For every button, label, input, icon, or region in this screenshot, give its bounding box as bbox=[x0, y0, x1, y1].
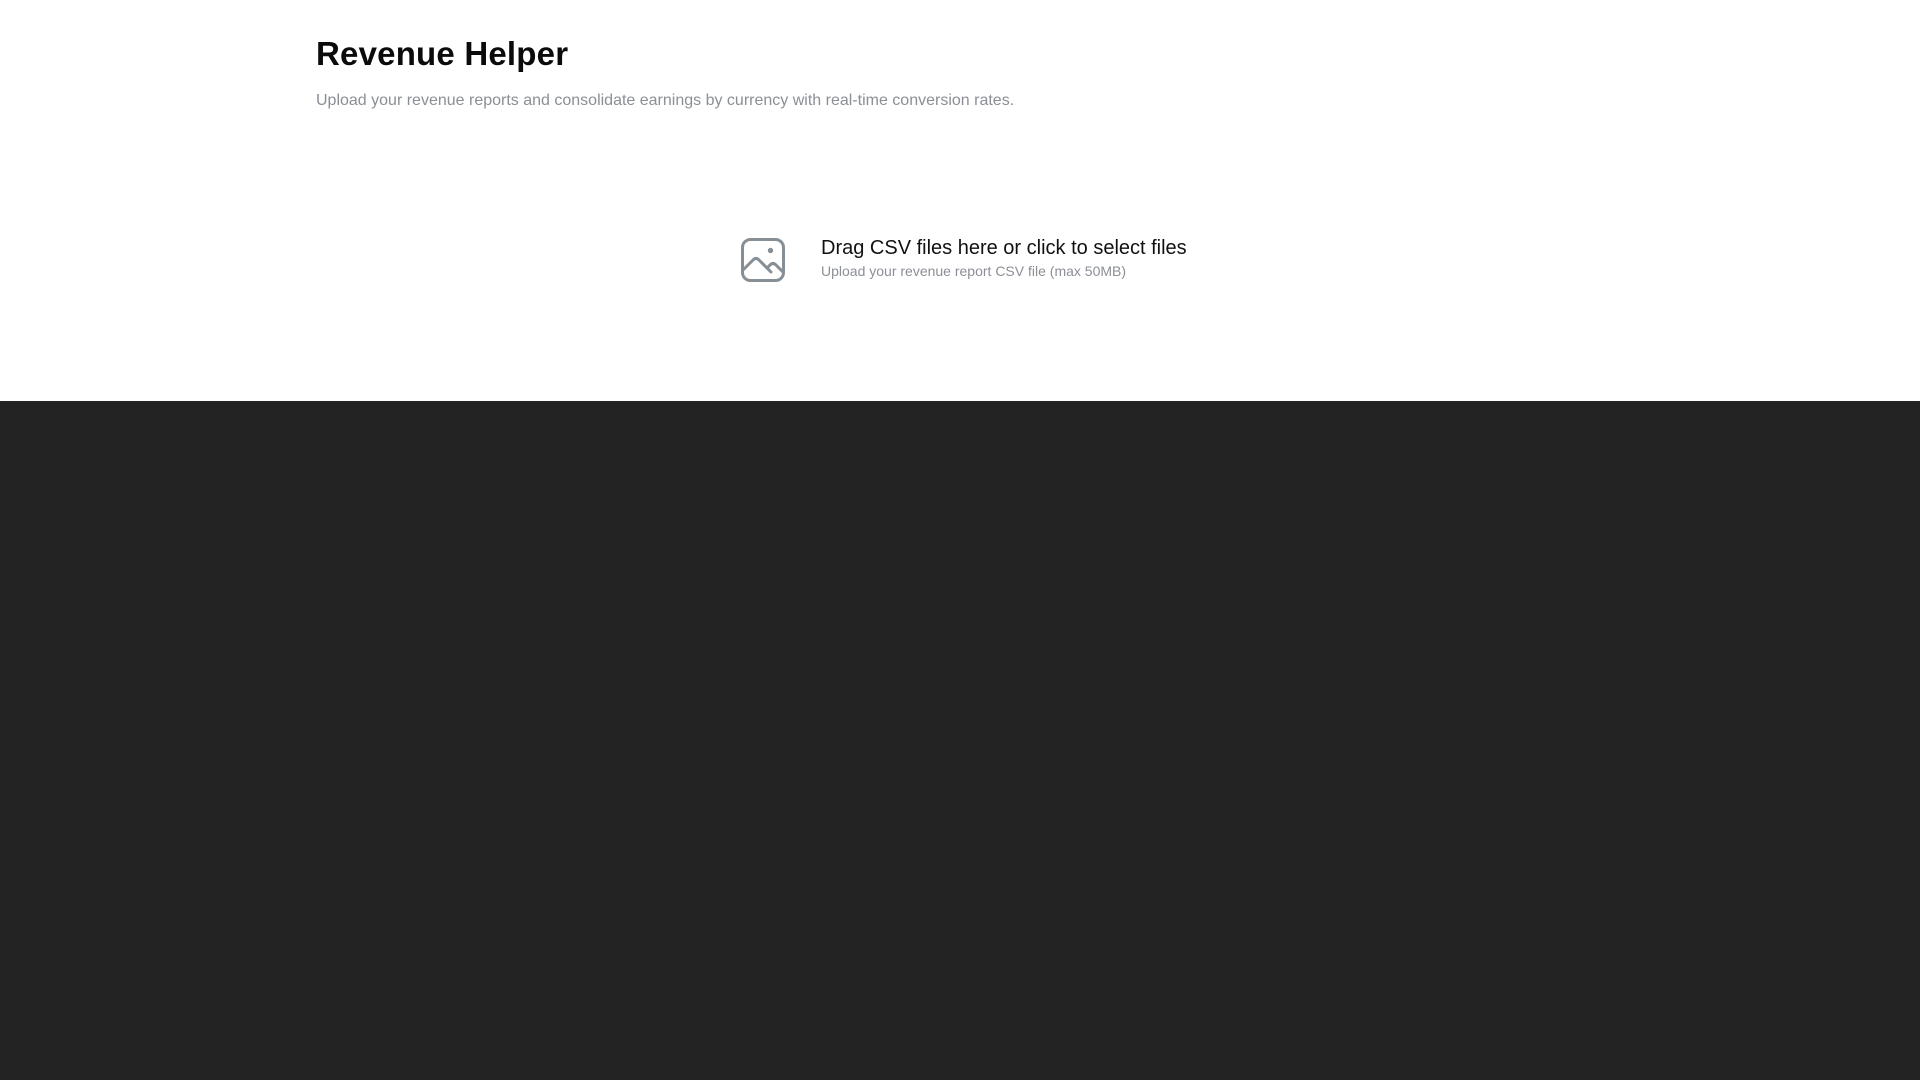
dropzone-hint: Upload your revenue report CSV file (max… bbox=[821, 263, 1127, 279]
dropzone-text: Drag CSV files here or click to select f… bbox=[821, 235, 1187, 280]
image-icon bbox=[740, 237, 786, 283]
dropzone-title: Drag CSV files here or click to select f… bbox=[821, 237, 1187, 259]
page-subtitle: Upload your revenue reports and consolid… bbox=[316, 92, 1015, 109]
page-title: Revenue Helper bbox=[316, 35, 569, 72]
csv-dropzone[interactable]: Drag CSV files here or click to select f… bbox=[720, 215, 1200, 305]
results-area bbox=[0, 401, 1920, 1080]
page-header: Revenue Helper Upload your revenue repor… bbox=[316, 34, 1014, 111]
top-panel: Revenue Helper Upload your revenue repor… bbox=[0, 0, 1920, 401]
